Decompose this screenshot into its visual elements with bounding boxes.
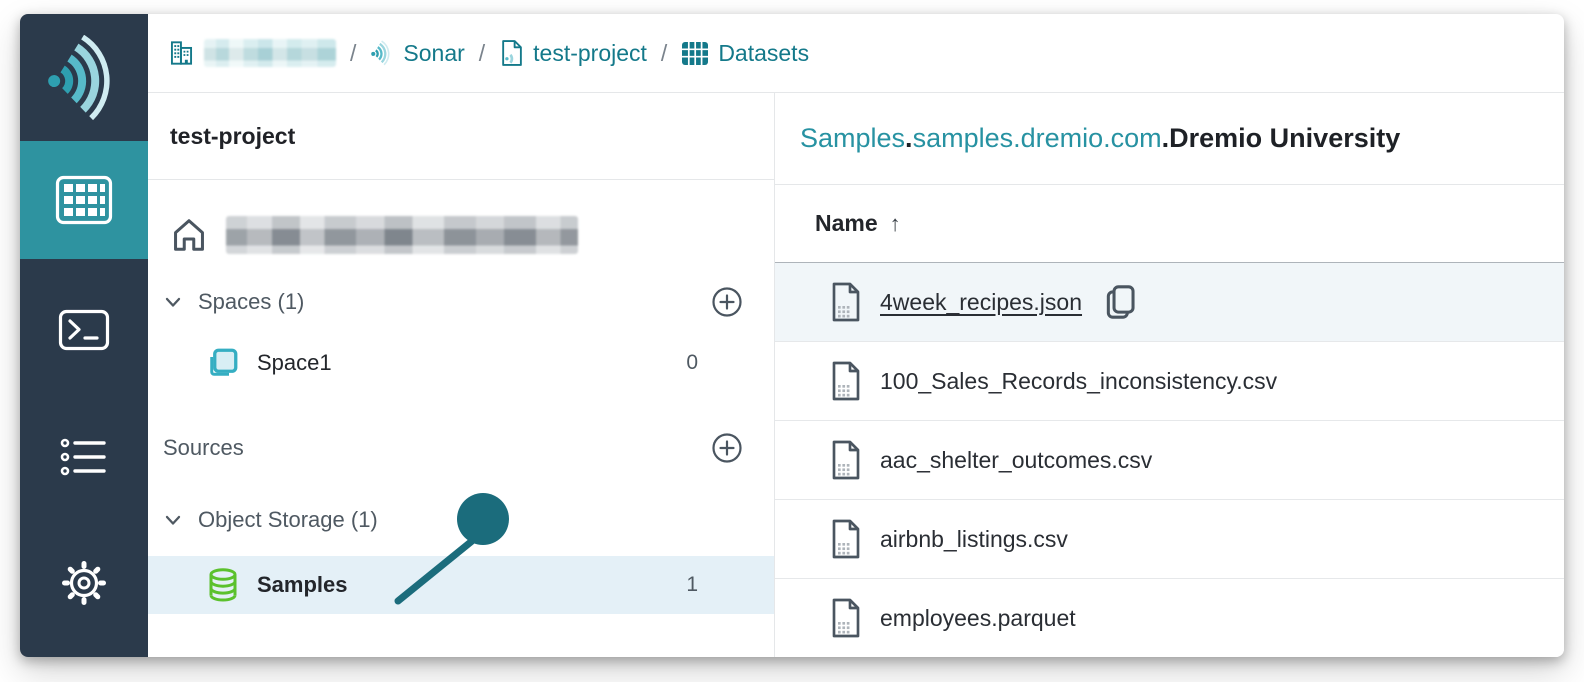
breadcrumb-datasets-label: Datasets [718,40,809,67]
file-name-link[interactable]: 4week_recipes.json [880,289,1082,316]
nav-datasets[interactable] [20,141,148,259]
home-icon [170,215,208,255]
resource-tree: Spaces (1) [148,180,774,657]
redacted-org-name [204,39,336,67]
space1-label: Space1 [257,350,332,376]
breadcrumb-sonar-label: Sonar [403,40,464,67]
chevron-down-icon[interactable] [162,509,184,531]
breadcrumb-project-label: test-project [533,40,647,67]
path-segment-bucket[interactable]: samples.dremio.com [913,123,1162,154]
table-header: Name ↑ [775,185,1564,263]
table-row[interactable]: aac_shelter_outcomes.csv [775,421,1564,500]
nav-sql-runner[interactable] [20,271,148,389]
tree-samples-row[interactable]: Samples 1 [148,556,774,614]
table-row[interactable]: airbnb_listings.csv [775,500,1564,579]
breadcrumb-separator: / [350,40,356,67]
samples-count: 1 [646,573,698,597]
breadcrumb-separator: / [661,40,667,67]
tree-spaces-row[interactable]: Spaces (1) [148,280,774,324]
organization-icon [168,39,195,67]
plus-circle-icon [711,432,743,464]
tree-object-storage-row[interactable]: Object Storage (1) [148,498,774,542]
table-row[interactable]: employees.parquet [775,579,1564,657]
nav-jobs[interactable] [20,398,148,516]
file-name[interactable]: 100_Sales_Records_inconsistency.csv [880,368,1277,395]
tree-space1-row[interactable]: Space1 0 [148,340,774,386]
datasets-grid-icon [55,175,113,225]
path-dot: . [1162,123,1170,154]
left-nav-rail [20,14,148,657]
sonar-logo-icon [43,35,125,121]
datasets-panel: Samples.samples.dremio.com.Dremio Univer… [775,93,1564,657]
add-space-button[interactable] [710,285,744,319]
chevron-down-icon[interactable] [162,291,184,313]
spaces-label: Spaces (1) [198,289,304,315]
gear-icon [59,558,109,608]
add-source-button[interactable] [710,431,744,465]
file-name[interactable]: aac_shelter_outcomes.csv [880,447,1152,474]
breadcrumb-datasets[interactable]: Datasets [681,40,809,67]
space-icon [205,345,241,381]
sonar-icon [370,40,394,66]
tree-home-row[interactable] [148,205,774,265]
file-name[interactable]: airbnb_listings.csv [880,526,1068,553]
project-title: test-project [148,93,774,180]
sources-label: Sources [163,435,244,461]
file-icon [830,597,862,639]
table-row[interactable]: 4week_recipes.json [775,263,1564,342]
path-segment-folder: Dremio University [1169,123,1400,154]
dataset-path-header: Samples.samples.dremio.com.Dremio Univer… [775,93,1564,185]
project-icon [499,39,524,67]
project-panel: test-project Spaces (1) [148,93,775,657]
app-window: / Sonar / [20,14,1564,657]
breadcrumb: / Sonar / [148,14,1564,93]
file-icon [830,360,862,402]
plus-circle-icon [711,286,743,318]
breadcrumb-sonar[interactable]: Sonar [370,40,464,67]
redacted-home-name [226,216,578,254]
object-storage-label: Object Storage (1) [198,507,378,533]
file-icon [830,281,862,323]
copy-path-button[interactable] [1104,283,1138,321]
breadcrumb-project[interactable]: test-project [499,39,647,67]
breadcrumb-separator: / [479,40,485,67]
samples-label: Samples [257,572,348,598]
dremio-logo[interactable] [20,14,148,141]
datasets-grid-icon [681,41,709,66]
tree-sources-header: Sources [148,425,774,471]
path-segment-samples[interactable]: Samples [800,123,905,154]
database-icon [205,566,241,604]
sort-ascending-icon[interactable]: ↑ [890,211,901,237]
space1-count: 0 [646,351,698,375]
table-row[interactable]: 100_Sales_Records_inconsistency.csv [775,342,1564,421]
file-icon [830,439,862,481]
terminal-icon [58,309,110,351]
file-name[interactable]: employees.parquet [880,605,1076,632]
breadcrumb-organization[interactable] [168,39,336,67]
name-column-header[interactable]: Name [815,210,878,237]
jobs-list-icon [58,435,110,479]
path-dot: . [905,123,913,154]
copy-icon [1104,283,1138,321]
nav-settings[interactable] [20,524,148,642]
file-icon [830,518,862,560]
